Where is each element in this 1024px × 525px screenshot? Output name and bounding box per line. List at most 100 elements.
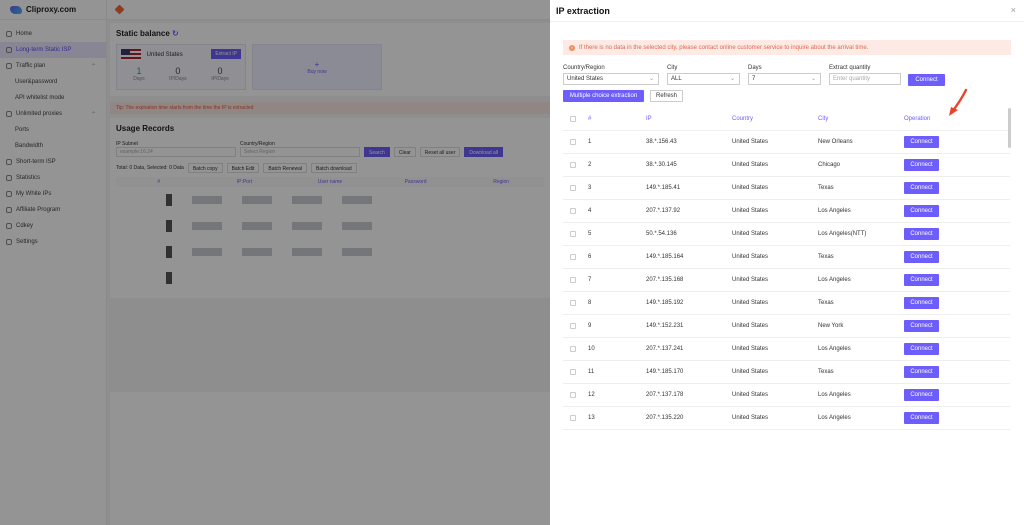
row-ip: 207.*.137.178 [646,392,684,398]
col-header-num: # [588,116,592,122]
row-number: 8 [588,300,592,306]
table-row: 7 207.*.135.168 United States Los Angeles Co… [563,269,1010,292]
row-number: 6 [588,254,592,260]
row-city: Texas [818,185,834,191]
col-header-ip: IP [646,116,652,122]
row-number: 7 [588,277,592,283]
row-number: 2 [588,162,592,168]
row-country: United States [732,277,769,283]
city-label: City [667,65,678,71]
row-country: United States [732,231,769,237]
table-row: 8 149.*.185.192 United States Texas Connect [563,292,1010,315]
row-country: United States [732,208,769,214]
row-connect-button[interactable]: Connect [904,366,939,378]
row-connect-button[interactable]: Connect [904,136,939,148]
country-label: Country/Region [563,65,605,71]
table-row: 6 149.*.185.164 United States Texas Connect [563,246,1010,269]
row-ip: 149.*.185.170 [646,369,684,375]
close-icon[interactable]: × [1011,5,1016,15]
row-ip: 207.*.137.241 [646,346,684,352]
row-ip: 149.*.185.192 [646,300,684,306]
notice-text: If there is no data in the selected city… [579,44,869,51]
days-select[interactable]: 7 ⌄ [748,73,821,85]
row-number: 10 [588,346,595,352]
row-ip: 38.*.30.145 [646,162,677,168]
col-header-country: Country [732,116,754,122]
row-city: Chicago [818,162,841,168]
quantity-input[interactable]: Enter quantity [829,73,901,85]
row-city: Los Angeles [818,415,851,421]
table-row: 9 149.*.152.231 United States New York Conne… [563,315,1010,338]
drawer-title: IP extraction [556,6,610,16]
row-city: New Orleans [818,139,853,145]
row-city: Los Angeles [818,277,851,283]
divider [550,21,1024,22]
row-number: 13 [588,415,595,421]
row-country: United States [732,415,769,421]
table-header: # IP Country City Operation [563,108,1010,131]
table-row: 5 50.*.54.136 United States Los Angeles(NTT… [563,223,1010,246]
ip-extraction-drawer: IP extraction × ! If there is no data in… [550,0,1024,525]
row-connect-button[interactable]: Connect [904,412,939,424]
quantity-label: Extract quantity [829,65,871,71]
drawer-scrollbar[interactable] [1008,108,1011,148]
row-city: Texas [818,369,834,375]
row-connect-button[interactable]: Connect [904,389,939,401]
row-city: Los Angeles(NTT) [818,231,867,237]
table-row: 13 207.*.135.220 United States Los Angeles C… [563,407,1010,430]
row-ip: 38.*.156.43 [646,139,677,145]
row-connect-button[interactable]: Connect [904,182,939,194]
table-row: 2 38.*.30.145 United States Chicago Connect [563,154,1010,177]
row-country: United States [732,369,769,375]
row-connect-button[interactable]: Connect [904,159,939,171]
row-country: United States [732,392,769,398]
ip-table: # IP Country City Operation 1 38.*.156.43… [563,108,1010,430]
warning-icon: ! [569,44,575,51]
row-ip: 149.*.185.164 [646,254,684,260]
col-header-city: City [818,116,829,122]
row-number: 4 [588,208,592,214]
row-connect-button[interactable]: Connect [904,343,939,355]
row-number: 1 [588,139,592,145]
connect-button[interactable]: Connect [908,74,945,86]
row-city: Los Angeles [818,208,851,214]
row-connect-button[interactable]: Connect [904,297,939,309]
row-country: United States [732,254,769,260]
table-row: 10 207.*.137.241 United States Los Angeles C… [563,338,1010,361]
chevron-down-icon: ⌄ [729,76,735,82]
city-select[interactable]: ALL ⌄ [667,73,740,85]
row-ip: 207.*.135.168 [646,277,684,283]
multiple-choice-extraction-button[interactable]: Multiple choice extraction [563,90,644,102]
chevron-down-icon: ⌄ [810,76,816,82]
row-connect-button[interactable]: Connect [904,205,939,217]
row-country: United States [732,346,769,352]
row-connect-button[interactable]: Connect [904,251,939,263]
row-country: United States [732,185,769,191]
days-label: Days [748,65,762,71]
row-number: 9 [588,323,592,329]
row-country: United States [732,162,769,168]
row-country: United States [732,139,769,145]
row-ip: 50.*.54.136 [646,231,677,237]
row-connect-button[interactable]: Connect [904,228,939,240]
refresh-button[interactable]: Refresh [650,90,683,102]
row-city: Texas [818,300,834,306]
row-number: 12 [588,392,595,398]
row-ip: 149.*.185.41 [646,185,681,191]
row-connect-button[interactable]: Connect [904,274,939,286]
table-row: 3 149.*.185.41 United States Texas Connect [563,177,1010,200]
row-ip: 207.*.135.220 [646,415,684,421]
chevron-down-icon: ⌄ [648,76,654,82]
row-city: Los Angeles [818,392,851,398]
row-number: 11 [588,369,595,375]
row-number: 5 [588,231,592,237]
table-row: 11 149.*.185.170 United States Texas Connect [563,361,1010,384]
row-ip: 149.*.152.231 [646,323,684,329]
row-connect-button[interactable]: Connect [904,320,939,332]
notice-banner: ! If there is no data in the selected ci… [563,40,1011,55]
country-select[interactable]: United States ⌄ [563,73,659,85]
row-city: New York [818,323,844,329]
row-city: Los Angeles [818,346,851,352]
row-city: Texas [818,254,834,260]
table-row: 12 207.*.137.178 United States Los Angeles C… [563,384,1010,407]
